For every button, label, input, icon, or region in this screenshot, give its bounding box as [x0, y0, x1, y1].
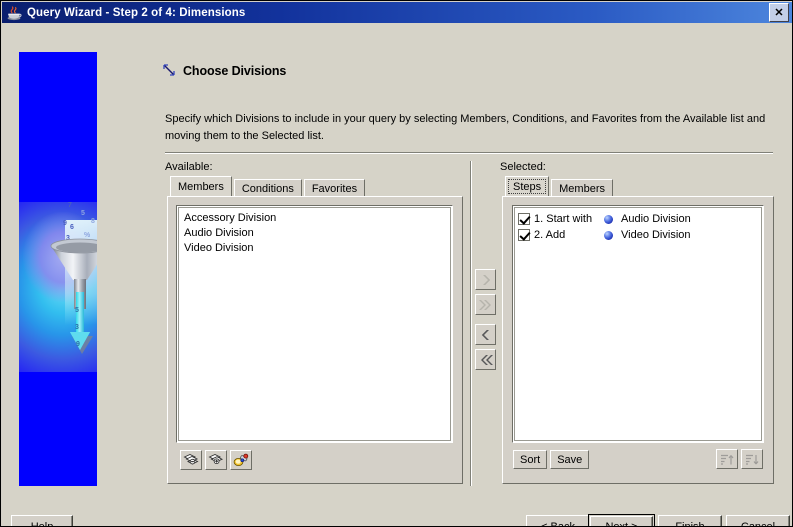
tab-label: Favorites	[311, 182, 358, 195]
tab-members-available[interactable]: Members	[170, 176, 232, 196]
wizard-content: Choose Divisions Specify which Divisions…	[162, 23, 778, 526]
help-button[interactable]: Help	[11, 515, 73, 527]
selected-label: Selected:	[500, 161, 546, 173]
save-button-label: Save	[557, 453, 583, 466]
remove-member-icon	[183, 454, 199, 465]
available-tabs: Members Conditions Favorites	[170, 176, 367, 197]
available-listbox[interactable]: Accessory Division Audio Division Video …	[176, 205, 453, 443]
sort-button[interactable]: Sort	[513, 450, 548, 469]
next-button[interactable]: Next >	[588, 514, 655, 527]
double-chevron-right-icon	[478, 299, 491, 310]
tab-steps[interactable]: Steps	[505, 176, 550, 196]
banner-digit: 6	[70, 224, 74, 231]
title-bar: Query Wizard - Step 2 of 4: Dimensions ✕	[2, 2, 792, 23]
move-all-left-button[interactable]	[475, 349, 496, 370]
tab-label: Conditions	[241, 182, 294, 195]
chevron-left-icon	[481, 329, 489, 340]
banner-digit: 5	[81, 210, 85, 217]
finish-button-label: Finish	[675, 521, 705, 527]
member-sphere-icon	[604, 214, 613, 224]
available-panel: Accessory Division Audio Division Video …	[167, 196, 463, 484]
query-wizard-window: Query Wizard - Step 2 of 4: Dimensions ✕…	[0, 0, 793, 527]
step-label: 1. Start with	[534, 213, 593, 225]
move-left-button[interactable]	[475, 324, 496, 345]
client-area: 7 5 9 6 8 3 % 2 4 12	[2, 23, 792, 527]
banner-digit-out: 9	[76, 341, 80, 348]
chevron-right-icon	[482, 274, 490, 285]
find-member-icon	[233, 453, 249, 466]
back-button[interactable]: < Back	[526, 515, 590, 527]
banner-digit: 8	[91, 218, 95, 225]
window-title: Query Wizard - Step 2 of 4: Dimensions	[27, 6, 246, 19]
save-button[interactable]: Save	[550, 450, 590, 469]
selected-listbox[interactable]: 1. Start with Audio Division 2. Add Vide…	[512, 205, 764, 443]
double-chevron-left-icon	[480, 354, 493, 365]
list-item[interactable]: Accessory Division	[182, 211, 450, 226]
step-checkbox[interactable]	[518, 229, 530, 241]
java-coffee-cup-icon	[6, 5, 22, 21]
available-toolbar	[180, 450, 252, 470]
page-title: Choose Divisions	[183, 63, 287, 78]
move-right-button[interactable]	[475, 269, 496, 290]
tab-members-selected[interactable]: Members	[551, 179, 613, 197]
banner-digit: 7	[68, 202, 72, 209]
tab-label: Members	[178, 180, 224, 193]
tab-conditions[interactable]: Conditions	[233, 179, 302, 197]
banner-digit: 9	[63, 220, 67, 227]
remove-member-button[interactable]	[180, 450, 202, 470]
step-checkbox[interactable]	[518, 213, 530, 225]
header-divider	[165, 152, 773, 154]
funnel-graphic	[49, 232, 97, 362]
close-icon: ✕	[774, 6, 784, 19]
banner-digit-out: 3	[75, 324, 79, 331]
table-row[interactable]: 2. Add Video Division	[518, 227, 761, 243]
add-member-button[interactable]	[205, 450, 227, 470]
step-member: Audio Division	[621, 213, 691, 225]
add-member-icon	[208, 454, 224, 465]
page-header: Choose Divisions	[162, 63, 286, 78]
next-button-label: Next >	[605, 521, 638, 527]
sort-descending-icon	[746, 454, 759, 465]
panel-separator	[470, 161, 472, 486]
help-button-label: Help	[30, 521, 54, 527]
table-row[interactable]: 1. Start with Audio Division	[518, 211, 761, 227]
available-list: Accessory Division Audio Division Video …	[178, 207, 451, 441]
move-up-button[interactable]	[716, 449, 738, 469]
move-down-button[interactable]	[741, 449, 763, 469]
dimensions-icon	[162, 63, 177, 78]
sort-ascending-icon	[721, 454, 734, 465]
tab-label: Steps	[513, 180, 542, 193]
step-label: 2. Add	[534, 229, 566, 241]
banner-digit-out: 5	[75, 307, 79, 314]
steps-list: 1. Start with Audio Division 2. Add Vide…	[514, 207, 762, 441]
step-member: Video Division	[621, 229, 691, 241]
move-all-right-button[interactable]	[475, 294, 496, 315]
selected-toolbar-right	[716, 449, 763, 469]
tab-label: Members	[559, 182, 605, 195]
selected-panel: 1. Start with Audio Division 2. Add Vide…	[502, 196, 774, 484]
sort-button-label: Sort	[520, 453, 541, 466]
cancel-button-label: Cancel	[740, 521, 776, 527]
back-button-label: < Back	[541, 521, 575, 527]
wizard-banner: 7 5 9 6 8 3 % 2 4 12	[19, 52, 97, 486]
find-member-button[interactable]	[230, 450, 252, 470]
close-button[interactable]: ✕	[769, 3, 789, 22]
list-item[interactable]: Video Division	[182, 241, 450, 256]
finish-button[interactable]: Finish	[658, 515, 722, 527]
available-label: Available:	[165, 161, 213, 173]
selected-tabs: Steps Members	[505, 176, 615, 197]
member-sphere-icon	[604, 230, 613, 240]
tab-favorites[interactable]: Favorites	[303, 179, 366, 197]
list-item[interactable]: Audio Division	[182, 226, 450, 241]
page-description: Specify which Divisions to include in yo…	[165, 113, 766, 142]
selected-toolbar-left: Sort Save	[513, 450, 590, 469]
cancel-button[interactable]: Cancel	[726, 515, 790, 527]
